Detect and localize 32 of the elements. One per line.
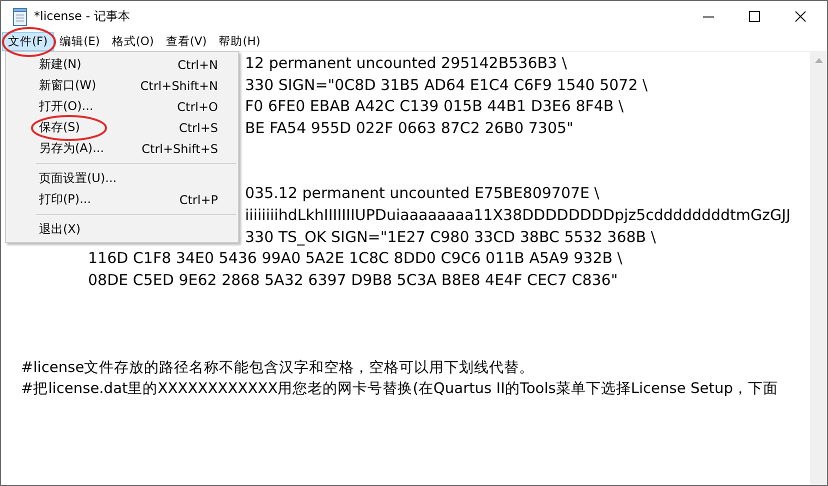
menu-option[interactable]: 新窗口(W) Ctrl+Shift+N [6, 75, 238, 96]
text-line: #license文件存放的路径名称不能包含汉字和空格，空格可以用下划线代替。 [21, 358, 534, 376]
menu-item[interactable]: 格式(O) [106, 32, 160, 51]
maximize-icon [748, 11, 760, 22]
minimize-icon [702, 16, 714, 18]
close-icon [794, 11, 806, 22]
text-line: 12 permanent uncounted 295142B536B3 \ [245, 54, 567, 72]
menu-option[interactable]: 保存(S) Ctrl+S [6, 117, 238, 138]
window-title: *license - 记事本 [34, 8, 130, 25]
highlight-ellipse [1, 26, 57, 58]
scroll-up-icon [814, 58, 822, 63]
text-line: 116D C1F8 34E0 5436 99A0 5A2E 1C8C 8DD0 C9C6 011B A5A9 932B \ [88, 249, 622, 268]
text-line: iiiiiiiihdLkhIIIIIIIUPDuiaaaaaaaa11X38DDDDDDDDpjz5cddddddddtmGzGJJ [245, 206, 791, 224]
menu-option[interactable]: 退出(X) [6, 219, 238, 240]
menu-option[interactable]: 另存为(A)... Ctrl+Shift+S [6, 138, 238, 159]
menu-item[interactable]: 编辑(E) [54, 32, 106, 51]
text-line: 330 TS_OK SIGN="1E27 C980 33CD 38BC 5532 368B \ [245, 228, 656, 246]
text-line: BE FA54 955D 022F 0663 87C2 26B0 7305" [245, 119, 574, 138]
text-line: #把license.dat里的XXXXXXXXXXXX用您老的网卡号替换(在Quartus II的Tools菜单下选择License Setup，下面 [21, 380, 778, 398]
menu-option[interactable]: 打印(P)... Ctrl+P [6, 189, 238, 210]
menu-item[interactable]: 文件(F) [2, 32, 54, 51]
menu-option[interactable]: 打开(O)... Ctrl+O [6, 96, 238, 117]
text-line: F0 6FE0 EBAB A42C C139 015B 44B1 D3E6 8F4B \ [245, 97, 624, 116]
notepad-icon [12, 8, 28, 26]
menu-option[interactable]: 新建(N) Ctrl+N [6, 54, 238, 75]
text-line: 035.12 permanent uncounted E75BE809707E \ [245, 184, 600, 202]
menu-option[interactable]: 页面设置(U)... [6, 168, 238, 189]
menu-item[interactable]: 帮助(H) [212, 32, 266, 51]
text-line: 330 SIGN="0C8D 31B5 AD64 E1C4 C6F9 1540 5072 \ [245, 76, 648, 94]
scrollbar[interactable] [810, 52, 827, 485]
text-line: 08DE C5ED 9E62 2868 5A32 6397 D9B8 5C3A B8E8 4E4F CEC7 C836" [88, 270, 618, 289]
menu-item[interactable]: 查看(V) [160, 32, 213, 51]
